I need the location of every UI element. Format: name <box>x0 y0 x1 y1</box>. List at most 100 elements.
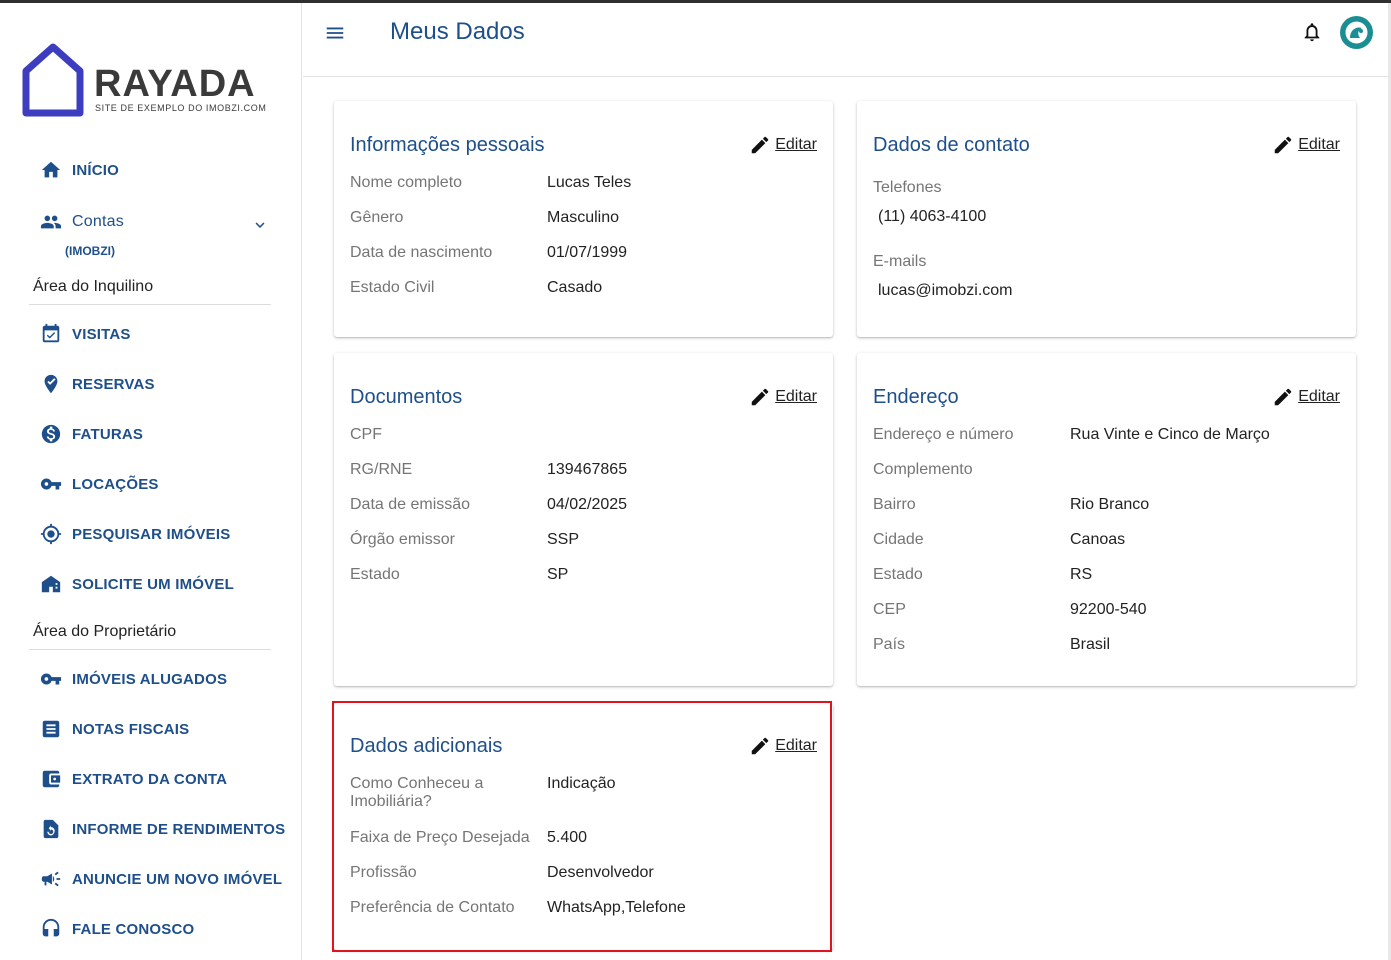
edit-label: Editar <box>775 388 817 405</box>
sidebar-item-pesquisar-imoveis[interactable]: PESQUISAR IMÓVEIS <box>40 522 230 546</box>
field-value: SSP <box>547 531 580 548</box>
notification-bell-icon[interactable] <box>1301 21 1323 43</box>
card-title: Dados de contato <box>873 134 1030 156</box>
sidebar-item-label: LOCAÇÕES <box>72 475 159 493</box>
house-logo-icon <box>22 43 84 117</box>
field-value: RS <box>1070 566 1093 583</box>
card-contact-info: Dados de contato Editar Telefones (11) 4… <box>857 101 1356 337</box>
card-personal-info: Informações pessoais Editar Nome complet… <box>334 101 833 337</box>
people-icon <box>40 215 62 229</box>
hamburger-menu-icon[interactable] <box>324 22 346 44</box>
card-title: Documentos <box>350 386 463 408</box>
page-title: Meus Dados <box>390 18 525 45</box>
headset-icon <box>42 918 60 937</box>
pencil-icon <box>751 136 769 154</box>
field-value: SP <box>547 566 569 583</box>
field-label: CEP <box>873 601 906 618</box>
sidebar-item-visitas[interactable]: VISITAS <box>40 322 131 346</box>
edit-documents-button[interactable]: Editar <box>749 386 817 408</box>
field-value: 01/07/1999 <box>547 244 628 261</box>
sidebar-item-label: IMÓVEIS ALUGADOS <box>72 670 228 688</box>
sidebar-item-reservas[interactable]: RESERVAS <box>40 372 155 396</box>
field-value: Casado <box>547 279 603 296</box>
brand-name: RAYADA <box>94 63 256 105</box>
field-label: RG/RNE <box>350 461 413 478</box>
field-value: Masculino <box>547 209 620 226</box>
card-title: Informações pessoais <box>350 134 545 156</box>
target-location-icon <box>40 523 62 545</box>
pencil-icon <box>751 388 769 406</box>
megaphone-icon <box>41 871 61 887</box>
section-divider <box>29 649 271 650</box>
field-label: Endereço e número <box>873 426 1014 443</box>
sidebar-item-contas[interactable]: Contas <box>40 210 124 234</box>
sidebar-item-label: NOTAS FISCAIS <box>72 720 190 738</box>
sidebar-item-label: RESERVAS <box>72 375 155 393</box>
sidebar-item-label: Contas <box>72 213 124 230</box>
home-icon <box>41 161 61 178</box>
receipt-list-icon <box>42 720 60 738</box>
dollar-circle-icon <box>41 424 61 444</box>
pencil-icon <box>1274 136 1292 154</box>
sidebar-item-anuncie-imovel[interactable]: ANUNCIE UM NOVO IMÓVEL <box>40 867 282 891</box>
field-label: Gênero <box>350 209 404 226</box>
field-value: 92200-540 <box>1070 601 1147 618</box>
field-value: 04/02/2025 <box>547 496 628 513</box>
document-refresh-icon <box>43 819 59 839</box>
edit-address-button[interactable]: Editar <box>1272 386 1340 408</box>
field-label: País <box>873 636 906 653</box>
phones-label: Telefones <box>873 179 942 196</box>
card-documents: Documentos Editar CPF RG/RNE 139467865 D… <box>334 353 833 686</box>
field-value: Rio Branco <box>1070 496 1150 513</box>
section-divider <box>29 304 271 305</box>
sidebar-item-label: INFORME DE RENDIMENTOS <box>72 820 286 838</box>
field-value: Rua Vinte e Cinco de Março <box>1070 426 1270 443</box>
field-label: Data de nascimento <box>350 244 493 261</box>
bookmark-check-icon <box>44 374 58 394</box>
key-icon <box>40 478 62 490</box>
user-avatar[interactable] <box>1340 16 1373 49</box>
sidebar: RAYADA SITE DE EXEMPLO DO IMOBZI.COM INÍ… <box>0 3 302 960</box>
field-label: Data de emissão <box>350 496 471 513</box>
edit-label: Editar <box>775 136 817 153</box>
house-search-icon <box>41 575 61 593</box>
calendar-check-icon <box>42 323 60 343</box>
edit-personal-button[interactable]: Editar <box>749 134 817 156</box>
chevron-down-icon[interactable] <box>251 216 269 234</box>
pencil-icon <box>1274 388 1292 406</box>
field-label: Estado <box>873 566 923 583</box>
sidebar-item-label: INÍCIO <box>72 161 120 179</box>
sidebar-item-imoveis-alugados[interactable]: IMÓVEIS ALUGADOS <box>40 667 227 691</box>
emails-label: E-mails <box>873 253 927 270</box>
sidebar-item-label: ANUNCIE UM NOVO IMÓVEL <box>72 870 283 888</box>
field-label: Estado Civil <box>350 279 435 296</box>
sidebar-item-faturas[interactable]: FATURAS <box>40 422 143 446</box>
field-value: Lucas Teles <box>547 174 632 191</box>
edit-label: Editar <box>1298 388 1340 405</box>
sidebar-item-label: PESQUISAR IMÓVEIS <box>72 525 231 543</box>
field-value: Canoas <box>1070 531 1126 548</box>
sidebar-item-fale-conosco[interactable]: FALE CONOSCO <box>40 917 194 941</box>
sidebar-item-notas-fiscais[interactable]: NOTAS FISCAIS <box>40 717 189 741</box>
wallet-icon <box>42 770 61 788</box>
field-label: Nome completo <box>350 174 463 191</box>
sidebar-item-label: VISITAS <box>72 325 131 343</box>
field-label: Estado <box>350 566 400 583</box>
sidebar-item-solicite-imovel[interactable]: SOLICITE UM IMÓVEL <box>40 572 234 596</box>
edit-label: Editar <box>1298 136 1340 153</box>
field-label: Cidade <box>873 531 924 548</box>
edit-contact-button[interactable]: Editar <box>1272 134 1340 156</box>
sidebar-item-label: FATURAS <box>72 425 144 443</box>
sidebar-item-locacoes[interactable]: LOCAÇÕES <box>40 472 159 496</box>
card-address: Endereço Editar Endereço e número Rua Vi… <box>857 353 1356 686</box>
section-title-proprietario: Área do Proprietário <box>33 623 177 640</box>
sidebar-item-extrato-conta[interactable]: EXTRATO DA CONTA <box>40 767 227 791</box>
highlight-box <box>332 701 832 952</box>
sidebar-item-informe-rendimentos[interactable]: INFORME DE RENDIMENTOS <box>40 817 285 841</box>
brand-logo[interactable]: RAYADA SITE DE EXEMPLO DO IMOBZI.COM <box>22 43 282 123</box>
contas-account-name: (IMOBZI) <box>65 244 115 258</box>
brand-tagline: SITE DE EXEMPLO DO IMOBZI.COM <box>95 103 267 113</box>
field-label: Bairro <box>873 496 916 513</box>
sidebar-item-label: FALE CONOSCO <box>72 920 195 938</box>
sidebar-item-inicio[interactable]: INÍCIO <box>40 158 119 182</box>
